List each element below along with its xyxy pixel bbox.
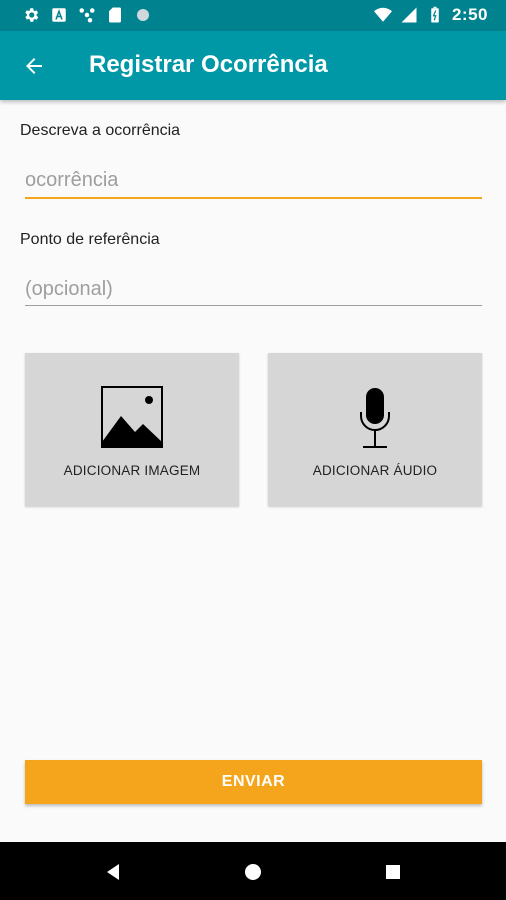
microphone-icon bbox=[360, 388, 390, 448]
sd-card-icon bbox=[109, 7, 121, 23]
app-bar: Registrar Ocorrência bbox=[0, 31, 506, 100]
description-input[interactable] bbox=[25, 162, 482, 198]
wifi-icon bbox=[373, 7, 392, 22]
add-image-label: ADICIONAR IMAGEM bbox=[63, 463, 201, 478]
add-audio-label: ADICIONAR ÁUDIO bbox=[312, 463, 438, 478]
status-time: 2:50 bbox=[451, 5, 488, 24]
status-bar: 2:50 bbox=[0, 0, 506, 31]
system-nav-bar bbox=[0, 842, 506, 900]
status-bar-notifications bbox=[22, 6, 152, 24]
nav-home-button[interactable] bbox=[240, 859, 266, 885]
page-title: Registrar Ocorrência bbox=[89, 51, 328, 78]
add-audio-button[interactable]: ADICIONAR ÁUDIO bbox=[268, 353, 482, 506]
arrow-back-icon bbox=[26, 58, 42, 74]
image-icon bbox=[101, 386, 163, 448]
settings-icon bbox=[25, 8, 39, 22]
nav-recents-button[interactable] bbox=[380, 859, 406, 885]
share-icon bbox=[79, 8, 95, 23]
text-a-icon bbox=[52, 8, 66, 22]
status-bar-system: 2:50 bbox=[373, 5, 488, 25]
back-button[interactable] bbox=[16, 48, 52, 84]
add-image-button[interactable]: ADICIONAR IMAGEM bbox=[25, 353, 239, 506]
nav-home-icon bbox=[245, 864, 261, 880]
reference-underline bbox=[25, 305, 482, 306]
nav-back-button[interactable] bbox=[100, 859, 126, 885]
send-button-label: ENVIAR bbox=[221, 773, 286, 790]
nav-recents-icon bbox=[386, 865, 400, 879]
description-label: Descreva a ocorrência bbox=[20, 122, 181, 139]
circle-icon bbox=[137, 9, 149, 21]
signal-icon bbox=[401, 7, 417, 23]
reference-label: Ponto de referência bbox=[20, 231, 160, 248]
nav-back-icon bbox=[107, 864, 119, 880]
battery-icon bbox=[431, 6, 439, 23]
reference-input[interactable] bbox=[25, 271, 482, 307]
description-underline bbox=[25, 197, 482, 199]
send-button[interactable]: ENVIAR bbox=[25, 760, 482, 804]
